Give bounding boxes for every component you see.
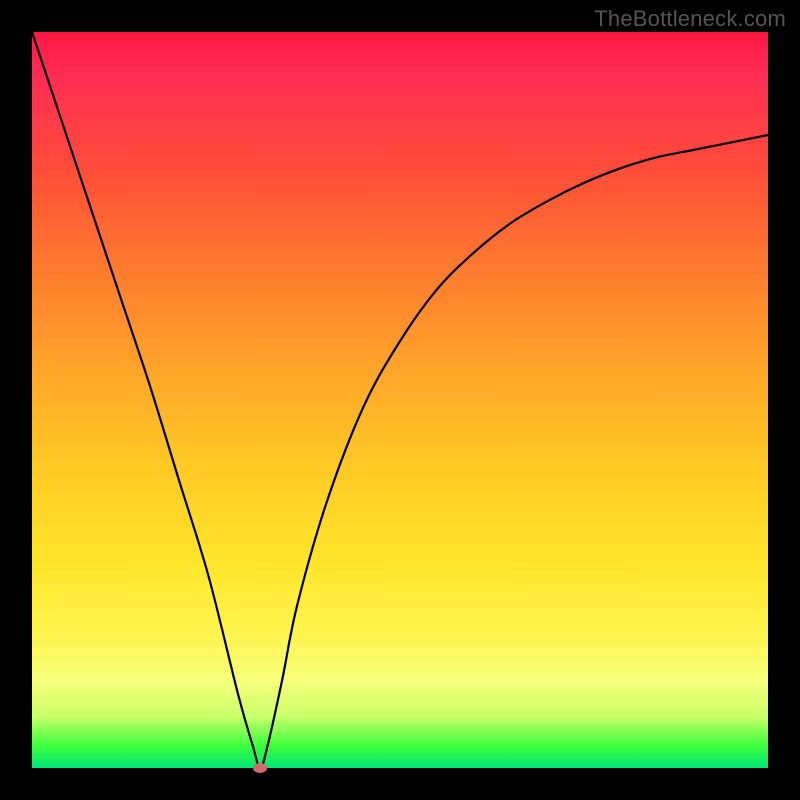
minimum-point-marker xyxy=(253,763,267,773)
chart-frame: TheBottleneck.com xyxy=(0,0,800,800)
plot-area xyxy=(32,32,768,768)
bottleneck-curve xyxy=(32,32,768,768)
watermark-text: TheBottleneck.com xyxy=(594,6,786,32)
